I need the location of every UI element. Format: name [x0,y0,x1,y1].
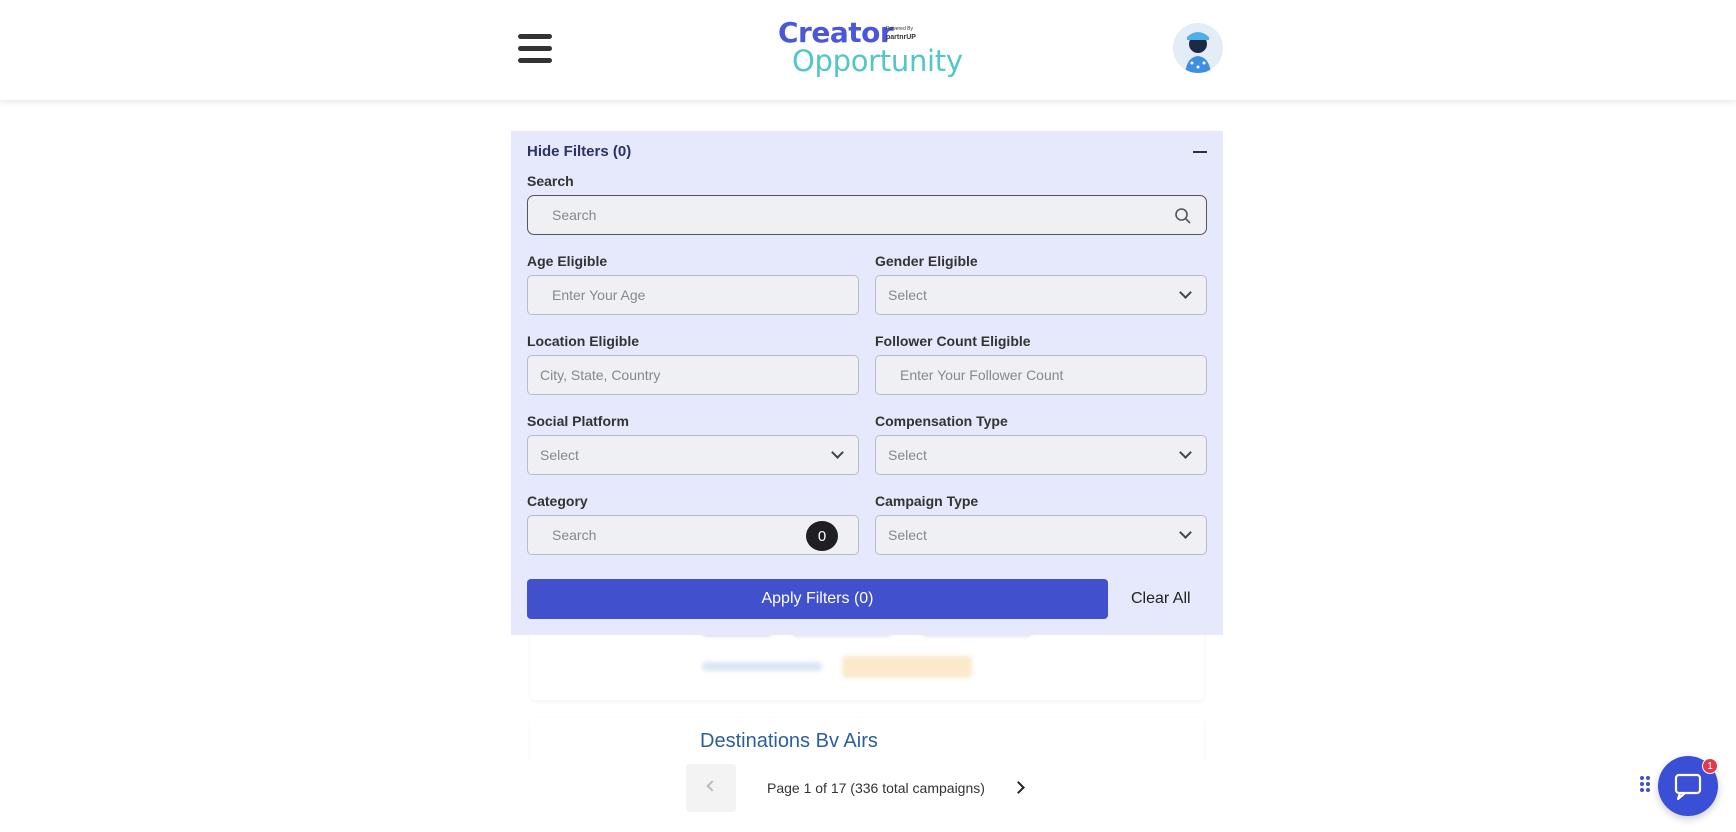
follower-label: Follower Count Eligible [875,333,1031,349]
filters-panel: Hide Filters (0) Search Search Age Eligi… [511,131,1223,635]
search-input[interactable]: Search [527,195,1207,235]
logo[interactable]: Creator Powered By partnrUP Opportunity [778,16,963,80]
location-label: Location Eligible [527,333,640,349]
chevron-left-icon [706,780,718,792]
compensation-value: Select [888,447,927,463]
follower-count-input[interactable]: Enter Your Follower Count [875,355,1207,395]
gender-select[interactable]: Select [875,275,1207,315]
gender-label: Gender Eligible [875,253,978,269]
age-placeholder: Enter Your Age [552,287,646,303]
category-input[interactable]: Search 0 [527,515,859,555]
social-platform-value: Select [540,447,579,463]
apply-filters-button[interactable]: Apply Filters (0) [527,579,1108,619]
age-label: Age Eligible [527,253,608,269]
chevron-right-icon [1012,781,1025,794]
next-page-button[interactable] [1012,778,1032,798]
search-icon [1175,208,1191,224]
pagination: Page 1 of 17 (336 total campaigns) [0,760,1736,832]
top-bar: Creator Powered By partnrUP Opportunity [0,0,1736,100]
user-avatar-icon [1173,23,1223,73]
campaign-type-label: Campaign Type [875,493,979,509]
chevron-down-icon [1179,446,1192,459]
category-label: Category [527,493,588,509]
search-placeholder: Search [552,207,597,223]
gender-value: Select [888,287,927,303]
location-input[interactable]: City, State, Country [527,355,859,395]
campaign-type-value: Select [888,527,927,543]
campaign-title[interactable]: Destinations Bv Airs [700,730,878,753]
clear-all-button[interactable]: Clear All [1131,590,1191,608]
search-label: Search [527,173,574,189]
collapse-minus-icon[interactable] [1193,151,1207,153]
category-placeholder: Search [552,527,597,543]
location-placeholder: City, State, Country [540,367,661,383]
chevron-down-icon [831,446,844,459]
logo-powered-by: Powered By [886,26,913,32]
logo-opportunity: Opportunity [792,44,963,78]
avatar[interactable] [1173,23,1223,73]
hamburger-menu-icon[interactable] [518,34,552,64]
logo-partner: partnrUP [886,34,916,41]
category-count-badge: 0 [806,521,838,551]
hide-filters-toggle[interactable]: Hide Filters (0) [527,143,631,160]
age-input[interactable]: Enter Your Age [527,275,859,315]
compensation-label: Compensation Type [875,413,1008,429]
follower-placeholder: Enter Your Follower Count [900,367,1064,383]
social-platform-select[interactable]: Select [527,435,859,475]
campaign-type-select[interactable]: Select [875,515,1207,555]
page-info: Page 1 of 17 (336 total campaigns) [767,780,985,796]
social-platform-label: Social Platform [527,413,629,429]
prev-page-button[interactable] [686,764,736,812]
compensation-select[interactable]: Select [875,435,1207,475]
chat-notification-badge: 1 [1702,758,1718,774]
drag-handle-icon[interactable] [1640,776,1652,796]
chevron-down-icon [1179,526,1192,539]
chevron-down-icon [1179,286,1192,299]
